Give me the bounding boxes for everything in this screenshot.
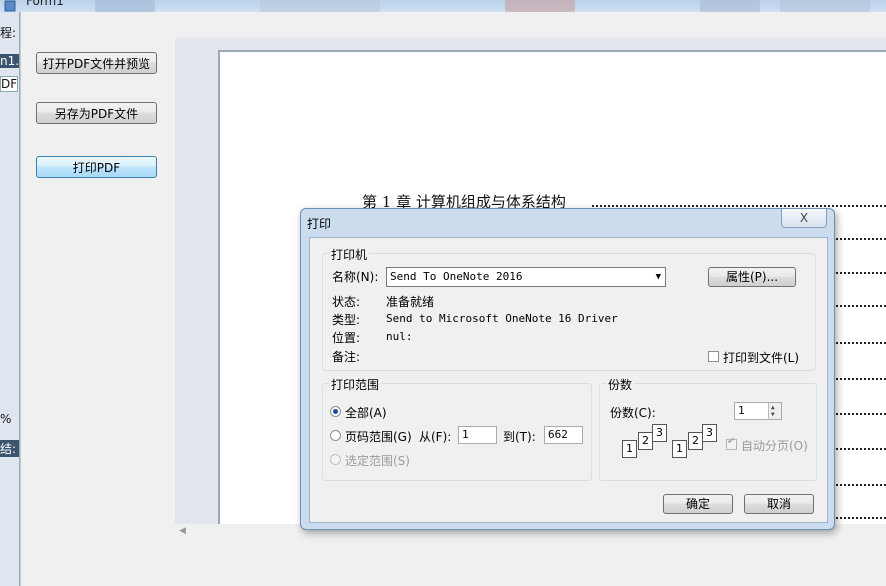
comment-label: 备注: [332,350,361,364]
toolbar-blur [505,0,575,12]
copies-label: 份数(C): [610,406,656,420]
strip-fragment: 结: [0,440,19,457]
spin-down-icon[interactable]: ▼ [771,412,775,418]
where-value: nul: [386,330,413,343]
print-to-file-label: 打印到文件(L) [723,351,800,365]
printer-name-select[interactable]: Send To OneNote 2016 ▼ [386,267,666,287]
to-page-input[interactable]: 662 [544,426,583,444]
toc-leader-dots [833,342,886,344]
print-range-group: 打印范围 全部(A) 页码范围(G) 从(F): 1 到(T): 662 选定范… [322,376,592,481]
strip-fragment: 程: [0,26,17,40]
open-pdf-preview-button[interactable]: 打开PDF文件并预览 [36,52,157,74]
status-value: 准备就绪 [386,295,435,309]
toolbar-blur [780,0,870,12]
scroll-left-arrow-icon[interactable]: ◀ [179,526,186,536]
print-dialog: 打印 X 打印机 名称(N): Send To OneNote 2016 ▼ 属… [300,208,835,530]
to-label: 到(T): [503,430,536,444]
range-all-label: 全部(A) [345,406,387,420]
collate-sheet: 3 [702,424,717,442]
background-window-strip: 程: n1. DF % 结: [0,12,20,586]
toc-leader-dots [833,517,886,519]
copies-group: 份数 份数(C): 1 ▲ ▼ 1 2 3 1 2 3 ✔ 自动分页(O) [599,376,817,481]
collate-label: 自动分页(O) [741,439,808,453]
dialog-title: 打印 [307,217,332,231]
collate-checkbox[interactable]: ✔ [726,436,737,450]
type-label: 类型: [332,313,361,327]
dialog-close-button[interactable]: X [781,209,827,228]
window-title: Form1 [26,0,64,8]
save-as-pdf-button[interactable]: 另存为PDF文件 [36,102,157,124]
cancel-button[interactable]: 取消 [744,494,814,514]
copies-spinner[interactable]: ▲ ▼ [768,403,781,419]
print-to-file-checkbox[interactable] [708,351,719,362]
strip-fragment: % [0,412,12,426]
collate-sheet: 1 [622,440,637,458]
strip-fragment: DF [0,76,19,92]
toolbar-blur [95,0,155,12]
type-value: Send to Microsoft OneNote 16 Driver [386,312,618,325]
range-selection-radio[interactable] [330,454,341,465]
copies-group-title: 份数 [606,376,635,393]
check-icon: ✔ [727,436,736,447]
range-all-radio[interactable] [330,406,341,417]
toc-leader-dots [833,413,886,415]
app-icon [4,0,16,12]
strip-fragment: n1. [0,54,19,68]
printer-group: 打印机 名称(N): Send To OneNote 2016 ▼ 属性(P).… [322,246,816,371]
toolbar-blur [260,0,380,12]
collate-sheet: 2 [688,432,703,450]
status-label: 状态: [332,295,361,309]
from-page-input[interactable]: 1 [458,426,497,444]
toc-leader-dots [592,205,886,207]
where-label: 位置: [332,331,361,345]
toc-leader-dots [833,238,886,240]
collate-illustration-icon: 1 2 3 1 2 3 [622,424,717,458]
collate-sheet: 1 [672,440,687,458]
dialog-body: 打印机 名称(N): Send To OneNote 2016 ▼ 属性(P).… [309,237,828,523]
toc-leader-dots [833,484,886,486]
toc-leader-dots [833,448,886,450]
from-label: 从(F): [419,430,452,444]
printer-group-title: 打印机 [329,246,370,263]
window-titlebar: Form1 [0,0,886,12]
ok-button[interactable]: 确定 [663,494,733,514]
printer-properties-button[interactable]: 属性(P)... [708,267,796,287]
printer-name-label: 名称(N): [332,270,379,284]
print-pdf-button[interactable]: 打印PDF [36,156,157,178]
chevron-down-icon: ▼ [655,272,661,282]
toc-leader-dots [833,305,886,307]
print-range-group-title: 打印范围 [329,376,382,393]
copies-input[interactable]: 1 ▲ ▼ [734,402,782,420]
range-selection-label: 选定范围(S) [345,454,410,468]
range-pages-label: 页码范围(G) [345,430,412,444]
printer-name-value: Send To OneNote 2016 [390,270,523,283]
collate-sheet: 2 [638,432,653,450]
toolbar-blur [700,0,760,12]
toc-leader-dots [833,272,886,274]
range-pages-radio[interactable] [330,430,341,441]
toc-leader-dots [833,378,886,380]
copies-value: 1 [738,404,745,417]
close-icon: X [799,211,809,225]
collate-sheet: 3 [652,424,667,442]
